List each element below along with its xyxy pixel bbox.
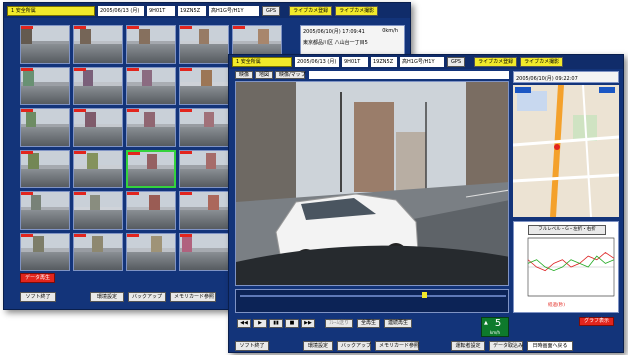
view-tabs: 映像 地図 映像/マップ bbox=[235, 71, 306, 79]
front-bottom-left: ソフト終了 bbox=[235, 341, 269, 351]
front-bottom-center: 環境設定 バックアップ メモリカード参照 bbox=[303, 341, 419, 351]
settings-button[interactable]: 環境設定 bbox=[90, 292, 124, 302]
video-thumbnail[interactable] bbox=[126, 232, 176, 271]
live-capture-button[interactable]: ライブカメ撮影 bbox=[335, 5, 379, 16]
back-info-panel: 2005/06/10(月) 17:09:41 0km/h 東京都品川区 八山台一… bbox=[300, 25, 405, 55]
graph-display-button[interactable]: グラフ表示 bbox=[579, 317, 615, 326]
front-toolbar: 1 安全所属 2005/06/13 (月) 9H01T 19ZN5Z 高H1G号… bbox=[229, 55, 623, 69]
speed-counter-icon: ▲ bbox=[484, 320, 488, 326]
tab-video[interactable]: 映像 bbox=[235, 71, 253, 79]
status-field: 高H1G号/H1Y bbox=[209, 5, 259, 16]
exit-software-button[interactable]: ソフト終了 bbox=[20, 292, 56, 302]
back-address: 東京都品川区 八山台一丁目5 bbox=[303, 40, 368, 46]
play-button[interactable]: ▶ bbox=[253, 319, 267, 328]
front-live-capture-button[interactable]: ライブカメ撮影 bbox=[520, 57, 564, 67]
video-frame[interactable] bbox=[235, 81, 509, 286]
video-thumbnail[interactable] bbox=[73, 191, 123, 230]
backup-button[interactable]: バックアップ bbox=[128, 292, 166, 302]
memory-card-button[interactable]: メモリカード参照 bbox=[170, 292, 216, 302]
video-thumbnail[interactable] bbox=[126, 149, 176, 188]
front-status-field: 高H1G号/H1Y bbox=[400, 57, 444, 67]
front-time-to-field[interactable]: 19ZN5Z bbox=[371, 57, 397, 67]
front-gps-button[interactable]: GPS bbox=[447, 57, 466, 67]
tab-map[interactable]: 地図 bbox=[255, 71, 273, 79]
video-thumbnail[interactable] bbox=[73, 108, 123, 147]
data-import-button[interactable]: データ取込み bbox=[489, 341, 523, 351]
camera-select[interactable]: 1 安全所属 bbox=[7, 5, 95, 16]
return-to-date-button[interactable]: 日時画面へ戻る bbox=[527, 341, 573, 351]
front-backup-button[interactable]: バックアップ bbox=[337, 341, 371, 351]
video-thumbnail[interactable] bbox=[20, 108, 70, 147]
timeline-marker[interactable] bbox=[422, 292, 427, 298]
video-thumbnail[interactable] bbox=[20, 66, 70, 105]
front-date-field[interactable]: 2005/06/13 (月) bbox=[295, 57, 339, 67]
dashcam-scene bbox=[236, 82, 508, 285]
video-thumbnail[interactable] bbox=[73, 232, 123, 271]
back-speed: 0km/h bbox=[382, 28, 398, 34]
frame-advance-button[interactable]: ﾌﾚｰﾑ送り bbox=[325, 319, 354, 328]
accel-graph-panel: フルレベル・G・左折・右折 経過(秒) bbox=[513, 221, 619, 313]
speed-counter-unit: km/h bbox=[489, 330, 501, 335]
video-thumbnail[interactable] bbox=[20, 232, 70, 271]
graph-series-line-0 bbox=[527, 251, 615, 272]
video-thumbnail[interactable] bbox=[20, 149, 70, 188]
video-thumbnail[interactable] bbox=[179, 25, 229, 64]
gps-button[interactable]: GPS bbox=[262, 5, 281, 16]
rewind-button[interactable]: ◀◀ bbox=[237, 319, 251, 328]
video-thumbnail[interactable] bbox=[126, 108, 176, 147]
video-thumbnail[interactable] bbox=[179, 232, 229, 271]
front-live-register-button[interactable]: ライブカメ登録 bbox=[474, 57, 518, 67]
stop-button[interactable]: ■ bbox=[285, 319, 299, 328]
time-to-field[interactable]: 19ZN5Z bbox=[178, 5, 206, 16]
video-thumbnail[interactable] bbox=[179, 191, 229, 230]
date-from-field[interactable]: 2005/06/13 (月) bbox=[98, 5, 144, 16]
front-time-from-field[interactable]: 9H01T bbox=[342, 57, 368, 67]
data-playback-button[interactable]: データ再生 bbox=[20, 273, 56, 283]
video-thumbnail[interactable] bbox=[126, 66, 176, 105]
front-memory-card-button[interactable]: メモリカード参照 bbox=[375, 341, 419, 351]
tab-strip-fill bbox=[309, 71, 509, 79]
playback-controls: ◀◀ ▶ ▮▮ ■ ▶▶ ﾌﾚｰﾑ送り 全再生 連続再生 bbox=[237, 319, 413, 328]
driver-settings-button[interactable]: 運転者設定 bbox=[451, 341, 485, 351]
back-bottom-buttons: ソフト終了 bbox=[20, 292, 56, 302]
video-thumbnail[interactable] bbox=[126, 25, 176, 64]
graph-xlabel: 経過(秒) bbox=[548, 303, 566, 308]
tab-video-map[interactable]: 映像/マップ bbox=[275, 71, 306, 79]
map-view[interactable] bbox=[513, 85, 619, 217]
front-exit-button[interactable]: ソフト終了 bbox=[235, 341, 269, 351]
video-thumbnail[interactable] bbox=[73, 149, 123, 188]
video-thumbnail[interactable] bbox=[73, 25, 123, 64]
video-thumbnail[interactable] bbox=[179, 108, 229, 147]
all-play-button[interactable]: 全再生 bbox=[357, 319, 381, 328]
map-datetime: 2005/06/10(月) 09:22:07 bbox=[516, 76, 578, 82]
video-thumbnail[interactable] bbox=[179, 66, 229, 105]
front-bottom-right: 運転者設定 データ取込み 日時画面へ戻る bbox=[451, 341, 573, 351]
back-bottom-buttons-center: 環境設定 バックアップ メモリカード参照 bbox=[90, 292, 216, 302]
video-thumbnail[interactable] bbox=[20, 191, 70, 230]
timeline-bar[interactable] bbox=[235, 289, 509, 313]
live-register-button[interactable]: ライブカメ登録 bbox=[289, 5, 333, 16]
accel-graph bbox=[527, 237, 615, 297]
front-camera-select[interactable]: 1 安全所属 bbox=[232, 57, 292, 67]
continuous-play-button[interactable]: 連続再生 bbox=[384, 319, 413, 328]
time-from-field[interactable]: 9H01T bbox=[147, 5, 175, 16]
fast-forward-button[interactable]: ▶▶ bbox=[301, 319, 315, 328]
video-thumbnail[interactable] bbox=[20, 25, 70, 64]
map-header: 2005/06/10(月) 09:22:07 bbox=[513, 71, 619, 83]
map-graphic bbox=[513, 85, 619, 217]
video-thumbnail[interactable] bbox=[179, 149, 229, 188]
front-settings-button[interactable]: 環境設定 bbox=[303, 341, 333, 351]
video-thumbnail[interactable] bbox=[126, 191, 176, 230]
video-thumbnail[interactable] bbox=[73, 66, 123, 105]
front-window: 1 安全所属 2005/06/13 (月) 9H01T 19ZN5Z 高H1G号… bbox=[228, 54, 624, 353]
back-toolbar: 1 安全所属 2005/06/13 (月) 9H01T 19ZN5Z 高H1G号… bbox=[4, 3, 410, 18]
pause-button[interactable]: ▮▮ bbox=[269, 319, 283, 328]
speed-counter: ▲ 5 km/h bbox=[481, 317, 509, 337]
